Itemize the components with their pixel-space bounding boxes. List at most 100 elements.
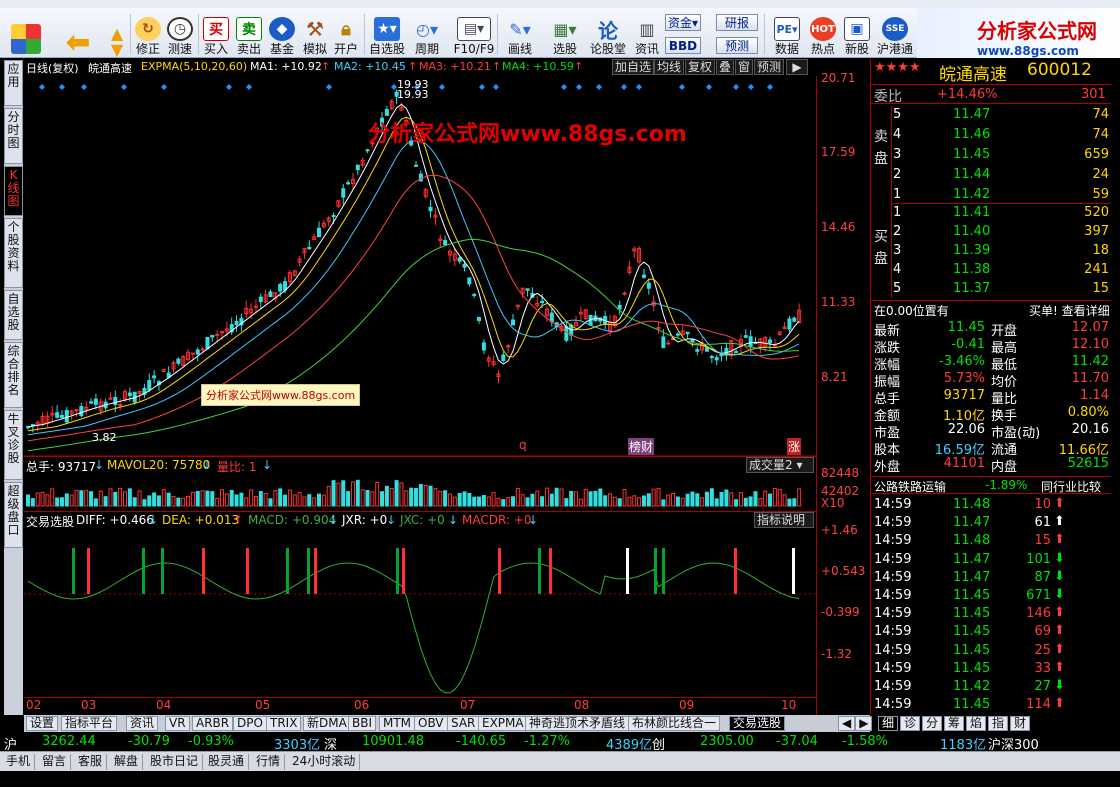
- updown-button[interactable]: ▲ ▼: [104, 10, 130, 58]
- quote-tab[interactable]: 焰: [966, 716, 987, 731]
- quote-tab[interactable]: 指: [988, 716, 1009, 731]
- speedtest-button[interactable]: ◷ 测速: [165, 10, 195, 56]
- quote-tab[interactable]: 细: [878, 716, 899, 731]
- volume-bar: [700, 497, 705, 507]
- back-button[interactable]: ⬅: [60, 10, 96, 60]
- stat-row: 总手 93717 量比 1.14: [871, 388, 1111, 407]
- draw-button[interactable]: ✎▾ 画线: [500, 10, 540, 56]
- tab-diagnosis[interactable]: 牛叉诊股: [4, 410, 23, 480]
- window-button[interactable]: 窗: [735, 59, 754, 75]
- simulate-button[interactable]: ⚒ 模拟: [300, 10, 330, 56]
- data-button[interactable]: PE▾ 数据: [767, 10, 807, 56]
- hk-connect-button[interactable]: SSE 沪港通: [875, 10, 915, 56]
- ma-button[interactable]: 均线: [654, 59, 685, 75]
- tab-super-order[interactable]: 超级盘口: [4, 482, 23, 548]
- quote-tab[interactable]: 分: [922, 716, 943, 731]
- indicator-tab[interactable]: 新DMA: [303, 716, 351, 731]
- tab-timeshare[interactable]: 分时图: [4, 108, 23, 164]
- volume-bar: [273, 490, 278, 507]
- footer-link[interactable]: 24小时滚动: [288, 754, 361, 770]
- volume-bar: [472, 496, 477, 507]
- f10-button[interactable]: ▤▾ F10/F9: [452, 10, 496, 56]
- quote-tab[interactable]: 筹: [944, 716, 965, 731]
- quote-tab[interactable]: 财: [1010, 716, 1031, 731]
- period-button[interactable]: ◴▾ 周期: [410, 10, 444, 56]
- new-stock-button[interactable]: ▣ 新股: [842, 10, 872, 56]
- tab-ranking[interactable]: 综合排名: [4, 342, 23, 408]
- indicator-tab[interactable]: VR: [165, 716, 190, 731]
- tab-scroll-left-icon[interactable]: ◀: [838, 716, 856, 731]
- new-stock-label: 新股: [844, 42, 869, 56]
- position-detail-link[interactable]: 买单! 查看详细: [1029, 302, 1110, 319]
- arrow-down-icon: ⬇: [1054, 550, 1065, 566]
- modify-button[interactable]: ↻ 修正: [133, 10, 163, 56]
- indicator-tab[interactable]: DPO: [233, 716, 267, 731]
- tick-price: 11.48: [953, 497, 991, 512]
- sector-name[interactable]: 公路铁路运输: [874, 478, 946, 495]
- select-stock-button[interactable]: ▦▾ 选股: [547, 10, 583, 56]
- volume-dropdown[interactable]: 成交量2 ▾: [746, 457, 814, 473]
- indicator-tab[interactable]: OBV: [414, 716, 448, 731]
- watchlist-button[interactable]: ★▾ 自选股: [367, 10, 407, 56]
- research-button[interactable]: 研报: [716, 14, 758, 31]
- footer-link[interactable]: 行情: [252, 754, 286, 770]
- stat-value: 0.80%: [1067, 405, 1109, 420]
- footer-bar: 手机 留言 客服 解盘 股市日记 股灵通 行情 24小时滚动: [0, 751, 1120, 771]
- tab-app[interactable]: 应用: [4, 60, 23, 106]
- footer-link[interactable]: 股市日记: [146, 754, 204, 770]
- indicator-tab[interactable]: 神奇逃顶术矛盾线: [525, 716, 630, 731]
- sh-percent: -0.93%: [188, 734, 234, 749]
- add-watchlist-button[interactable]: 加自选: [612, 59, 655, 75]
- fund-button[interactable]: ◆ 基金: [267, 10, 297, 56]
- forecast-chart-button[interactable]: 预测: [754, 59, 785, 75]
- indicator-tab[interactable]: EXPMA: [478, 716, 528, 731]
- indicator-tab[interactable]: 资讯: [126, 716, 159, 731]
- indicator-tab[interactable]: TRIX: [266, 716, 302, 731]
- kline-chart[interactable]: [24, 76, 816, 716]
- indicator-tabs: 设置 指标平台 资讯 VR ARBR DPO TRIX 新DMA BBI MTM OBV SAR EXP…: [24, 715, 870, 732]
- signal-bar: [538, 548, 541, 594]
- indicator-tab[interactable]: 布林颜比线合一: [628, 716, 721, 731]
- indicator-tab[interactable]: MTM: [379, 716, 416, 731]
- open-account-button[interactable]: 🔒︎ 开户: [331, 10, 361, 56]
- arrow-down-icon: ↓: [94, 458, 105, 472]
- buy-button[interactable]: 买买入: [201, 10, 231, 56]
- indicator-tab[interactable]: BBI: [348, 716, 377, 731]
- cy-percent: -1.58%: [842, 734, 888, 749]
- hot-button[interactable]: HOT 热点: [808, 10, 838, 56]
- tab-kline[interactable]: K线图: [4, 166, 23, 216]
- sell-button[interactable]: 卖卖出: [234, 10, 264, 56]
- volume-bar: [608, 493, 612, 507]
- volume-bar: [283, 494, 288, 507]
- footer-link[interactable]: 解盘: [110, 754, 144, 770]
- indicator-tab[interactable]: 交易选股: [729, 716, 786, 731]
- capital-button[interactable]: 资金 ▾: [665, 14, 701, 31]
- tab-watchlist[interactable]: 自选股: [4, 290, 23, 340]
- tab-scroll-right-icon[interactable]: ▶: [855, 716, 873, 731]
- quote-tab[interactable]: 诊: [900, 716, 921, 731]
- indicator-help-button[interactable]: 指标说明: [754, 512, 814, 528]
- overlay-button[interactable]: 叠: [716, 59, 735, 75]
- compare-link[interactable]: 同行业比较: [1041, 478, 1101, 495]
- footer-link[interactable]: 留言: [38, 754, 72, 770]
- indicator-tab[interactable]: 设置: [26, 716, 59, 731]
- forum-button[interactable]: 论论股堂: [588, 10, 628, 56]
- tab-stock-info[interactable]: 个股资料: [4, 218, 23, 288]
- news-button[interactable]: ▥ 资讯: [631, 10, 663, 56]
- volume-bar: [389, 487, 394, 507]
- footer-link[interactable]: 客服: [74, 754, 108, 770]
- layout-button[interactable]: [4, 10, 48, 56]
- signal-diamond: [706, 84, 712, 90]
- forecast-button[interactable]: 预测: [716, 37, 758, 54]
- adjust-button[interactable]: 复权: [685, 59, 716, 75]
- indicator-tab[interactable]: ARBR: [192, 716, 234, 731]
- volume-bar: [690, 491, 695, 507]
- bbd-button[interactable]: BBD: [665, 37, 701, 54]
- indicator-tab[interactable]: SAR: [447, 716, 480, 731]
- footer-link[interactable]: 股灵通: [204, 754, 250, 770]
- footer-link[interactable]: 手机: [2, 754, 36, 770]
- candle-body: [331, 214, 336, 217]
- sh-change: -30.79: [128, 734, 170, 749]
- menu-arrow-button[interactable]: ▶: [786, 59, 808, 75]
- indicator-tab[interactable]: 指标平台: [61, 716, 118, 731]
